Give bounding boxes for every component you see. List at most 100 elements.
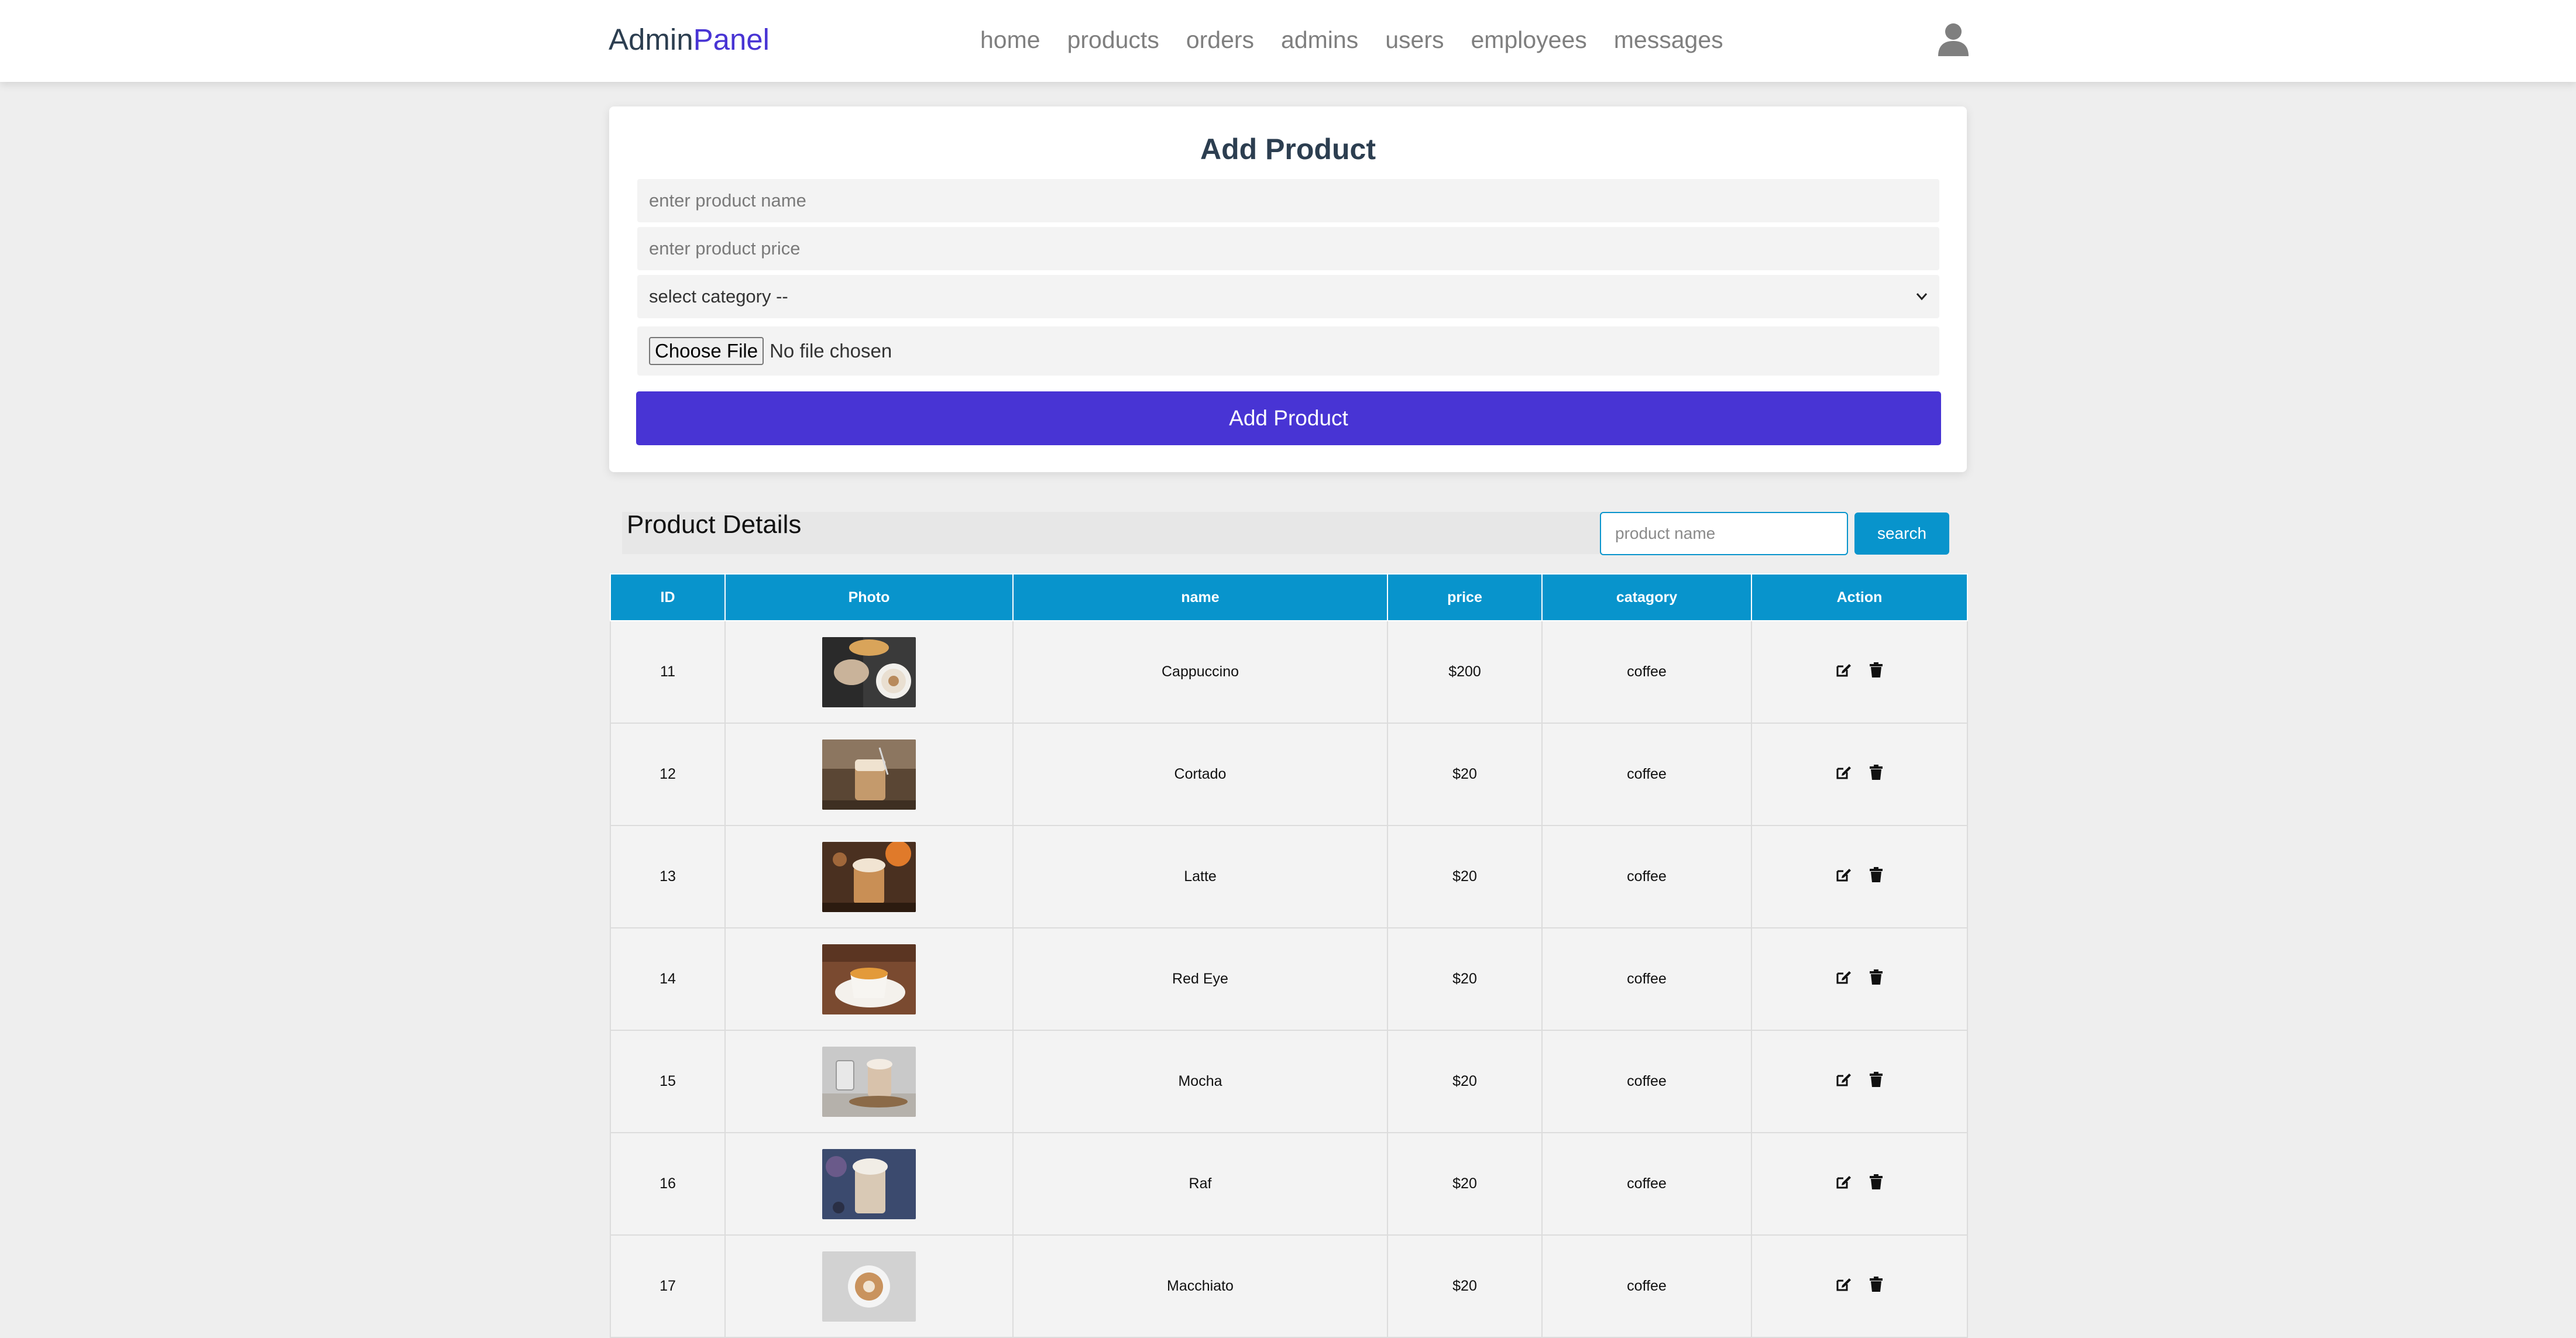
cell-photo — [724, 1132, 1014, 1236]
cell-price: $200 — [1387, 620, 1543, 724]
cell-price: $20 — [1387, 723, 1543, 826]
cell-id: 13 — [610, 825, 726, 928]
chevron-down-icon — [1916, 288, 1928, 305]
product-details-title: Product Details — [627, 510, 802, 539]
cell-action — [1751, 1030, 1968, 1133]
edit-icon[interactable] — [1835, 969, 1852, 985]
nav-admins[interactable]: admins — [1281, 21, 1358, 59]
add-product-title: Add Product — [1200, 133, 1376, 166]
cell-name: Raf — [1012, 1132, 1388, 1236]
nav-home[interactable]: home — [980, 21, 1040, 59]
cell-photo — [724, 1234, 1014, 1338]
cell-price: $20 — [1387, 825, 1543, 928]
cell-photo — [724, 927, 1014, 1031]
cell-id: 11 — [610, 620, 726, 724]
delete-icon[interactable] — [1868, 764, 1884, 780]
table-row: 11 Cappuccino $200 coffee — [610, 620, 1968, 724]
nav-orders[interactable]: orders — [1186, 21, 1254, 59]
cell-photo — [724, 1030, 1014, 1133]
nav-messages[interactable]: messages — [1614, 21, 1723, 59]
cell-name: Macchiato — [1012, 1234, 1388, 1338]
user-icon[interactable] — [1937, 22, 1970, 57]
table-row: 16 Raf $20 coffee — [610, 1132, 1968, 1236]
delete-icon[interactable] — [1868, 662, 1884, 678]
product-photo — [822, 1148, 916, 1219]
cell-id: 14 — [610, 927, 726, 1031]
col-header-price: price — [1387, 573, 1543, 621]
cell-action — [1751, 927, 1968, 1031]
search-button[interactable]: search — [1854, 513, 1949, 555]
cell-photo — [724, 825, 1014, 928]
product-image-upload: Choose File No file chosen — [637, 326, 1939, 376]
col-header-photo: Photo — [724, 573, 1014, 621]
table-row: 13 Latte $20 coffee — [610, 825, 1968, 928]
table-row: 15 Mocha $20 coffee — [610, 1030, 1968, 1133]
cell-action — [1751, 1234, 1968, 1338]
edit-icon[interactable] — [1835, 866, 1852, 883]
delete-icon[interactable] — [1868, 866, 1884, 883]
add-product-button[interactable]: Add Product — [636, 391, 1941, 445]
delete-icon[interactable] — [1868, 1276, 1884, 1292]
nav-employees[interactable]: employees — [1471, 21, 1586, 59]
edit-icon[interactable] — [1835, 764, 1852, 780]
cell-id: 15 — [610, 1030, 726, 1133]
delete-icon[interactable] — [1868, 969, 1884, 985]
product-name-input[interactable] — [637, 179, 1939, 222]
product-table: ID Photo name price catagory Action 11 C… — [610, 573, 1968, 1338]
col-header-id: ID — [610, 573, 726, 621]
product-search-input[interactable] — [1600, 512, 1848, 555]
product-photo — [822, 637, 916, 707]
top-navbar: AdminPanel home products orders admins u… — [0, 0, 2576, 82]
cell-price: $20 — [1387, 1234, 1543, 1338]
table-row: 12 Cortado $20 coffee — [610, 723, 1968, 826]
nav-products[interactable]: products — [1067, 21, 1159, 59]
cell-id: 16 — [610, 1132, 726, 1236]
file-status-text: No file chosen — [770, 340, 892, 362]
edit-icon[interactable] — [1835, 662, 1852, 678]
logo-text-admin: Admin — [609, 23, 693, 56]
cell-name: Red Eye — [1012, 927, 1388, 1031]
product-photo — [822, 1046, 916, 1117]
product-photo — [822, 1251, 916, 1322]
cell-price: $20 — [1387, 1030, 1543, 1133]
cell-action — [1751, 620, 1968, 724]
edit-icon[interactable] — [1835, 1174, 1852, 1190]
choose-file-button[interactable]: Choose File — [649, 337, 764, 365]
cell-action — [1751, 1132, 1968, 1236]
edit-icon[interactable] — [1835, 1071, 1852, 1088]
product-photo — [822, 944, 916, 1014]
add-product-card: Add Product select category -- Choose Fi… — [609, 106, 1967, 472]
cell-price: $20 — [1387, 927, 1543, 1031]
cell-name: Latte — [1012, 825, 1388, 928]
table-row: 14 Red Eye $20 coffee — [610, 927, 1968, 1031]
cell-category: coffee — [1541, 1234, 1752, 1338]
category-select-value: select category -- — [649, 286, 788, 307]
nav-users[interactable]: users — [1385, 21, 1444, 59]
product-price-input[interactable] — [637, 227, 1939, 270]
cell-name: Mocha — [1012, 1030, 1388, 1133]
cell-category: coffee — [1541, 927, 1752, 1031]
product-photo — [822, 841, 916, 912]
table-header-row: ID Photo name price catagory Action — [610, 573, 1968, 621]
delete-icon[interactable] — [1868, 1071, 1884, 1088]
logo-text-panel: Panel — [693, 23, 770, 56]
cell-category: coffee — [1541, 825, 1752, 928]
cell-action — [1751, 825, 1968, 928]
product-photo — [822, 739, 916, 810]
cell-id: 17 — [610, 1234, 726, 1338]
col-header-action: Action — [1751, 573, 1968, 621]
delete-icon[interactable] — [1868, 1174, 1884, 1190]
cell-action — [1751, 723, 1968, 826]
cell-category: coffee — [1541, 1132, 1752, 1236]
col-header-category: catagory — [1541, 573, 1752, 621]
edit-icon[interactable] — [1835, 1276, 1852, 1292]
category-select[interactable]: select category -- — [637, 275, 1939, 318]
app-logo[interactable]: AdminPanel — [609, 21, 770, 59]
cell-photo — [724, 723, 1014, 826]
table-row: 17 Macchiato $20 coffee — [610, 1234, 1968, 1338]
col-header-name: name — [1012, 573, 1388, 621]
cell-name: Cortado — [1012, 723, 1388, 826]
cell-id: 12 — [610, 723, 726, 826]
cell-category: coffee — [1541, 1030, 1752, 1133]
cell-name: Cappuccino — [1012, 620, 1388, 724]
